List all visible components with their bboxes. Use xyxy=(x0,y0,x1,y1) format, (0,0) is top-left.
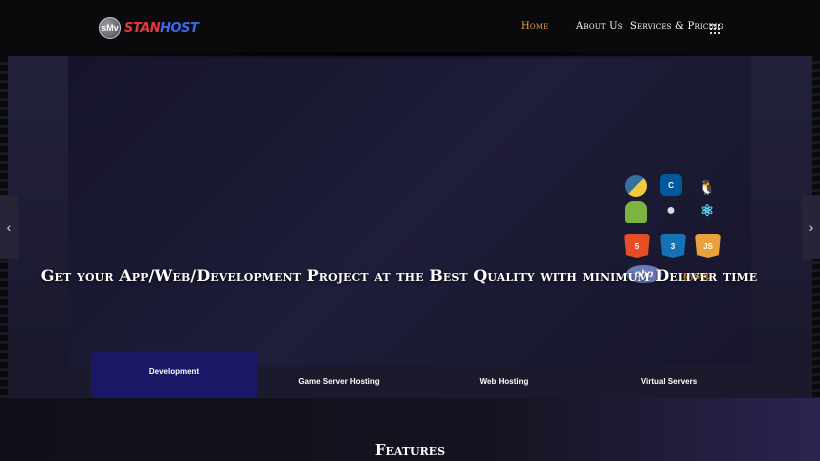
slider-next-button[interactable]: › xyxy=(802,195,820,259)
react-icon: ⚛ xyxy=(699,203,715,220)
code-background-art xyxy=(188,75,201,145)
hero-slide-image: C 🐧 ● ⚛ 5 3 JS php MySQL xyxy=(68,56,751,365)
hero-title: Get your App/Web/Development Project at … xyxy=(40,266,758,285)
tab-game-server-hosting[interactable]: Game Server Hosting xyxy=(256,365,422,398)
chevron-right-icon: › xyxy=(808,219,814,235)
tab-development[interactable]: Development xyxy=(91,351,257,398)
android-icon xyxy=(625,201,647,223)
slider-prev-button[interactable]: ‹ xyxy=(0,195,18,259)
site-header: sMv STANHOST Home About Us Services & Pr… xyxy=(0,0,820,60)
code-line-decor xyxy=(188,75,194,89)
apple-icon: ● xyxy=(666,202,676,219)
features-heading: Features xyxy=(374,441,446,459)
tab-web-hosting[interactable]: Web Hosting xyxy=(421,365,587,398)
main-nav: Home About Us Services & Pricing xyxy=(0,21,820,37)
tab-virtual-servers[interactable]: Virtual Servers xyxy=(586,365,752,398)
code-line-decor xyxy=(193,117,199,131)
nav-about-link[interactable]: About Us xyxy=(576,21,623,32)
css3-icon: 3 xyxy=(660,234,686,258)
linux-icon: 🐧 xyxy=(698,178,716,195)
service-tabs: Development Game Server Hosting Web Host… xyxy=(8,351,812,398)
code-line-decor xyxy=(195,131,201,145)
grid-menu-icon[interactable] xyxy=(710,24,720,34)
nav-home-link[interactable]: Home xyxy=(521,21,549,32)
code-line-decor xyxy=(191,103,197,117)
html5-icon: 5 xyxy=(624,234,650,258)
cpp-icon: C xyxy=(660,174,682,196)
code-line-decor xyxy=(190,89,196,103)
python-icon xyxy=(625,175,647,197)
chevron-left-icon: ‹ xyxy=(6,219,12,235)
js-icon: JS xyxy=(695,234,721,258)
